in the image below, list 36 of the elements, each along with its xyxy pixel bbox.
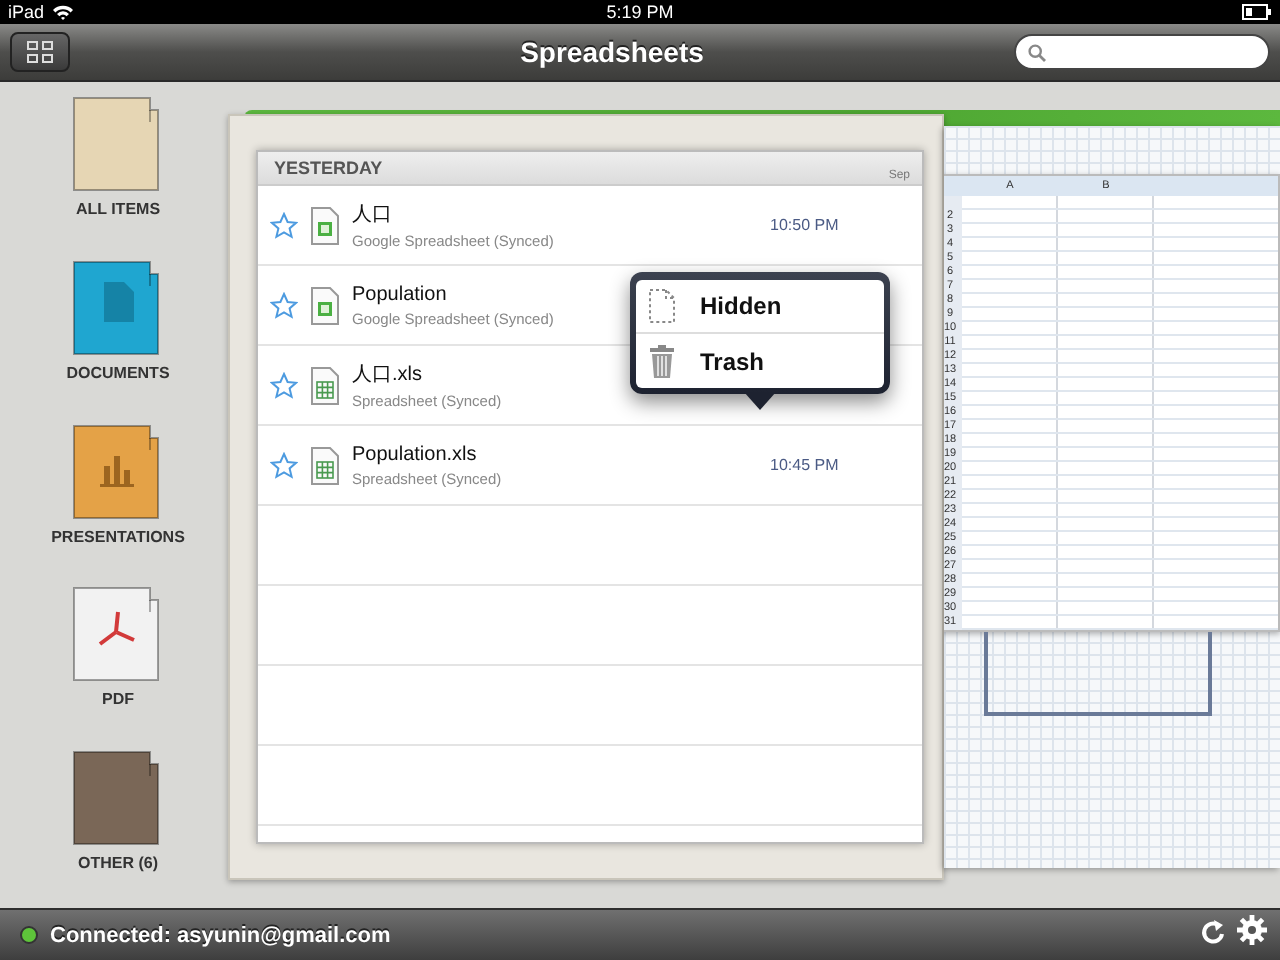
popover-arrow [744, 392, 776, 410]
grid-file-icon [310, 445, 340, 485]
file-name: 人口.xls [352, 362, 422, 388]
file-name: 人口 [352, 202, 392, 228]
wifi-icon [52, 4, 75, 20]
refresh-icon[interactable] [1199, 918, 1228, 946]
file-name: Population.xls [352, 443, 477, 465]
spreadsheet-file-icon [310, 285, 340, 325]
folder-item[interactable]: DOCUMENTS [66, 257, 170, 418]
search-icon [1028, 43, 1046, 61]
settings-icon[interactable] [1236, 914, 1268, 946]
grid-file-icon [310, 365, 340, 405]
grid-icon [26, 40, 54, 64]
file-time: 10:45 PM [770, 456, 841, 474]
trash-icon [648, 343, 676, 379]
clock-time: 5:19 PM [606, 2, 674, 22]
section-title: YESTERDAY [274, 158, 383, 178]
star-icon[interactable] [270, 451, 298, 479]
spreadsheet-file-icon [310, 205, 340, 245]
device-name: iPad [8, 2, 45, 22]
grid-view-button[interactable] [10, 32, 70, 72]
star-icon[interactable] [270, 291, 298, 319]
search-field[interactable] [1014, 34, 1270, 70]
file-name: Population [352, 283, 447, 305]
folder-item[interactable]: PDF [70, 584, 166, 745]
battery-icon [1242, 4, 1272, 20]
menu-item[interactable]: Hidden [636, 280, 884, 334]
folder-item[interactable]: ALL ITEMS [70, 94, 166, 254]
folder-item[interactable]: PRESENTATIONS [51, 421, 185, 581]
file-time: 10:50 PM [770, 216, 841, 234]
screen-title: Spreadsheets [518, 36, 706, 68]
folder-item[interactable]: OTHER (6) [70, 748, 166, 908]
star-icon[interactable] [270, 371, 298, 399]
connection-status: Connected: asyunin@gmail.com [50, 923, 393, 947]
dashed-page-icon [648, 288, 676, 324]
star-icon[interactable] [270, 211, 298, 239]
